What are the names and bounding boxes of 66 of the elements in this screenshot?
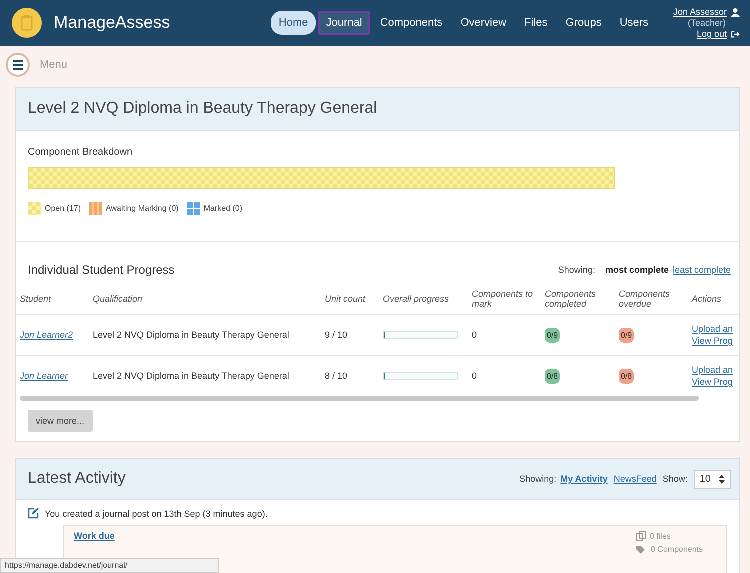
column-header: Student	[16, 284, 89, 314]
nav-link[interactable]: Journal	[318, 11, 370, 35]
logout-icon	[731, 30, 740, 38]
status-url: https://manage.dabdev.net/journal/	[0, 558, 219, 573]
student-link[interactable]: Jon Learner2	[20, 330, 74, 340]
column-header: Components completed	[541, 284, 615, 314]
files-icon	[636, 531, 646, 541]
user-name-link[interactable]: Jon Assessor	[673, 7, 727, 17]
clipboard-logo-icon	[12, 8, 42, 38]
overdue-badge: 0/8	[619, 368, 634, 384]
completed-badge: 0/9	[545, 328, 560, 342]
section-title: Individual Student Progress	[28, 263, 175, 277]
post-title-link[interactable]: Work due	[74, 531, 115, 541]
showing-label: Showing:	[520, 474, 557, 484]
action-link[interactable]: Upload an	[692, 365, 739, 375]
qualification-title: Level 2 NVQ Diploma in Beauty Therapy General	[28, 100, 378, 118]
edit-icon	[28, 508, 39, 519]
action-link[interactable]: Upload an	[692, 324, 739, 334]
sort-option-link[interactable]: most complete	[605, 265, 669, 275]
tags-icon	[636, 545, 647, 554]
app-title: ManageAssess	[54, 13, 172, 33]
files-count: 0 files	[650, 532, 671, 540]
legend-swatch-icon	[186, 202, 200, 215]
column-header: Unit count	[321, 284, 379, 314]
menu-icon	[12, 60, 24, 70]
column-header: Overall progress	[379, 284, 468, 314]
action-link[interactable]: View Prog	[692, 336, 739, 346]
showing-label: Showing:	[558, 265, 596, 275]
student-link[interactable]: Jon Learner	[20, 371, 68, 381]
components-count: 0 Components	[651, 545, 704, 554]
legend-label: Awaiting Marking (0)	[106, 204, 179, 213]
nav-link[interactable]: Home	[270, 11, 316, 35]
legend-swatch-icon	[89, 202, 102, 215]
activity-filter-link[interactable]: NewsFeed	[614, 474, 657, 484]
nav-link[interactable]: Files	[516, 11, 556, 35]
table-cell: Level 2 NVQ Diploma in Beauty Therapy General	[89, 314, 321, 356]
user-role: (Teacher)	[688, 18, 726, 28]
show-count-select[interactable]: 10	[694, 470, 731, 488]
section-title: Latest Activity	[28, 470, 126, 488]
breakdown-label: Component Breakdown	[28, 147, 134, 158]
legend-label: Marked (0)	[204, 204, 242, 213]
table-cell: 0	[468, 314, 541, 356]
activity-text: You created a journal post on 13th Sep (3 minutes ago).	[45, 508, 268, 518]
legend-swatch-icon	[28, 202, 41, 215]
logout-link[interactable]: Log out	[696, 29, 727, 39]
activity-filter-link[interactable]: My Activity	[560, 474, 608, 484]
nav-link[interactable]: Users	[612, 11, 657, 35]
nav-link[interactable]: Components	[372, 11, 451, 35]
spinner-arrows-icon	[719, 474, 725, 484]
menu-label: Menu	[40, 59, 68, 71]
column-header: Qualification	[89, 284, 321, 314]
sort-option-link[interactable]: least complete	[672, 265, 731, 275]
show-label: Show:	[662, 474, 688, 484]
nav-link[interactable]: Groups	[558, 11, 610, 35]
column-header: Actions	[688, 284, 739, 314]
overdue-badge: 0/9	[619, 328, 634, 342]
legend-label: Open (17)	[45, 204, 82, 213]
user-icon	[731, 8, 740, 16]
column-header: Components to mark	[468, 284, 541, 314]
completed-badge: 0/8	[545, 368, 560, 384]
nav-link[interactable]: Overview	[452, 11, 515, 35]
table-cell: 9 / 10	[321, 314, 379, 356]
action-link[interactable]: View Prog	[692, 377, 739, 387]
column-header: Components overdue	[615, 284, 688, 314]
menu-button[interactable]	[6, 53, 30, 77]
view-more-button[interactable]: view more...	[28, 410, 93, 432]
